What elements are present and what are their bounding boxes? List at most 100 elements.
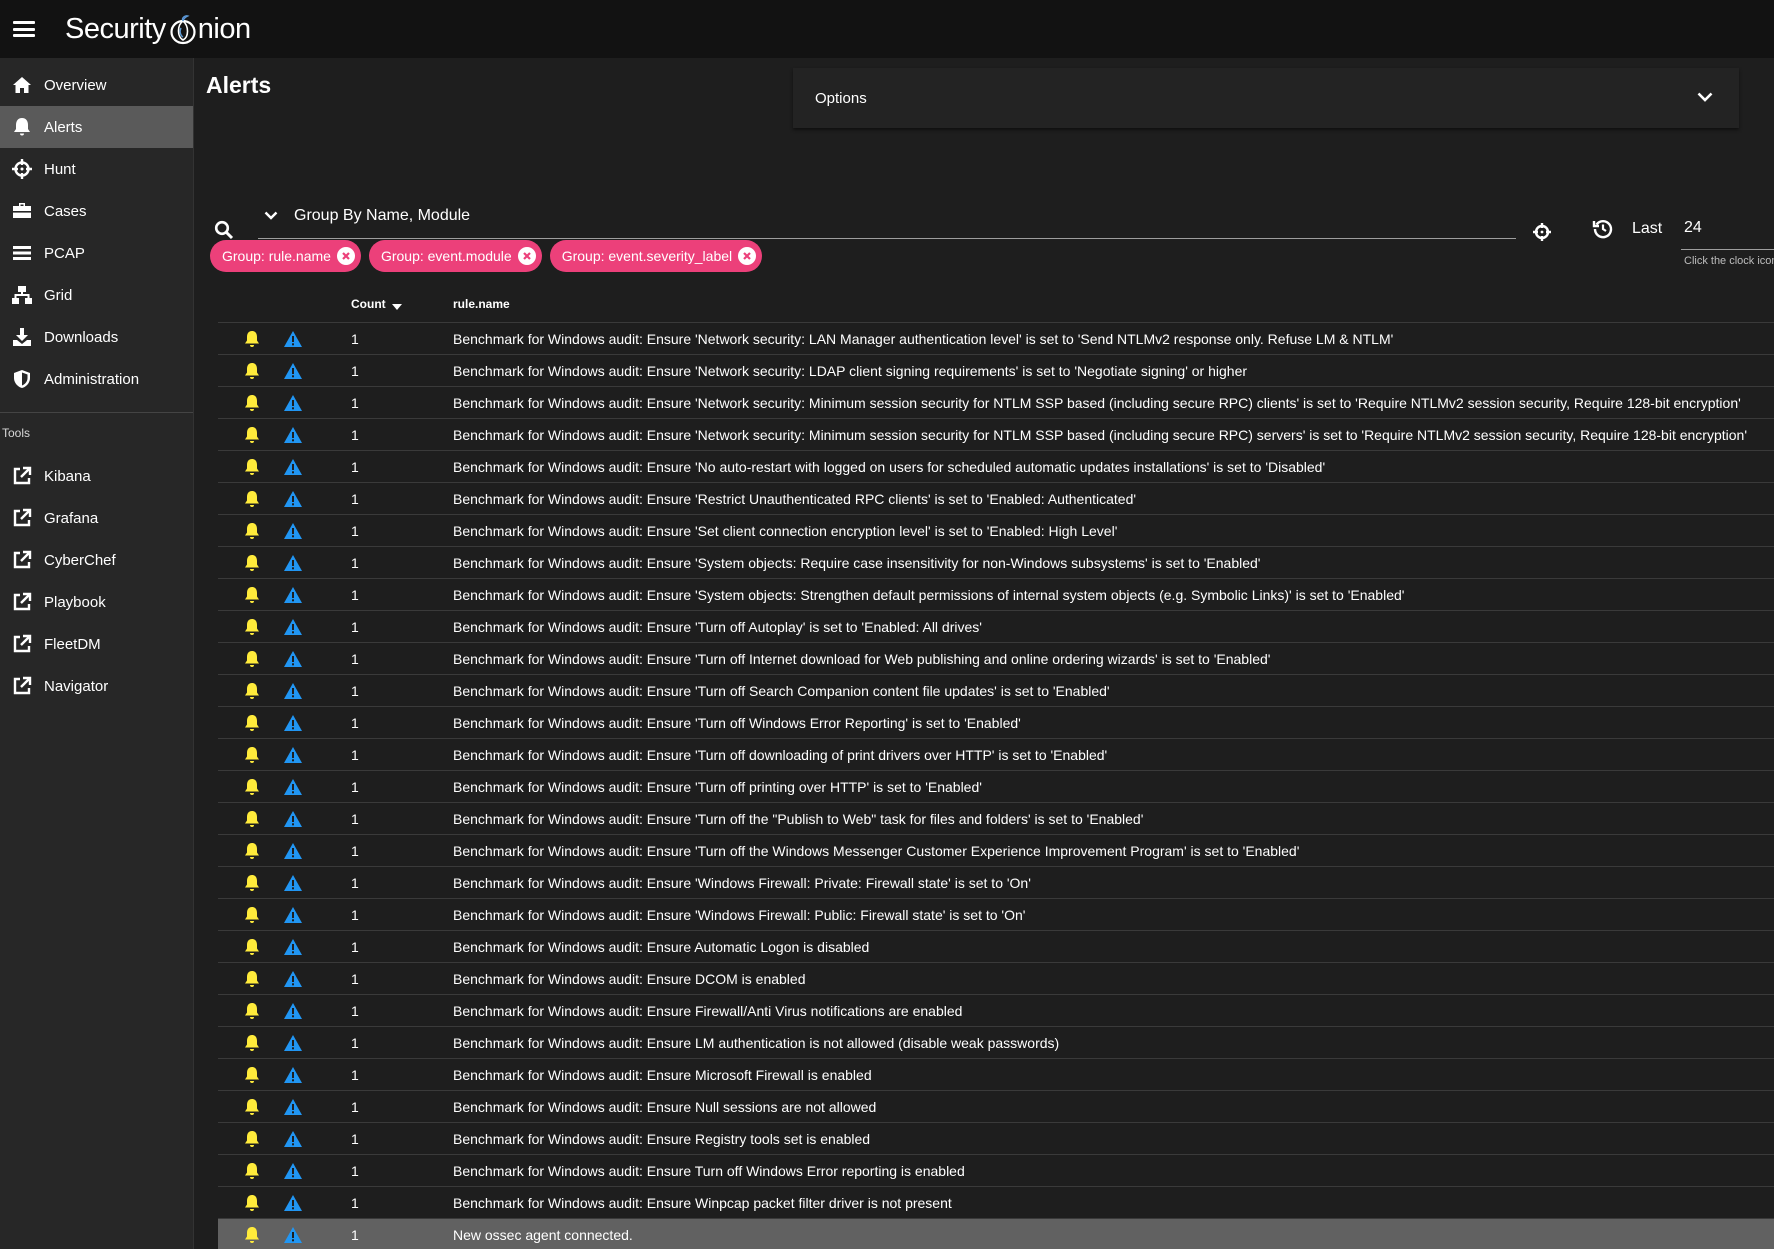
- sidebar-item-administration[interactable]: Administration: [0, 358, 193, 400]
- table-row[interactable]: 1 Benchmark for Windows audit: Ensure 'Sy…: [218, 579, 1774, 611]
- warning-icon[interactable]: [277, 778, 317, 796]
- bell-icon[interactable]: [218, 426, 277, 444]
- column-header-count[interactable]: Count: [317, 296, 453, 313]
- bell-icon[interactable]: [218, 842, 277, 860]
- warning-icon[interactable]: [277, 330, 317, 348]
- warning-icon[interactable]: [277, 458, 317, 476]
- app-logo[interactable]: Security nion: [65, 13, 251, 46]
- warning-icon[interactable]: [277, 842, 317, 860]
- warning-icon[interactable]: [277, 938, 317, 956]
- hamburger-menu-icon[interactable]: [13, 21, 35, 37]
- bell-icon[interactable]: [218, 938, 277, 956]
- warning-icon[interactable]: [277, 650, 317, 668]
- table-row[interactable]: 1 Benchmark for Windows audit: Ensure 'Tu…: [218, 643, 1774, 675]
- sidebar-item-hunt[interactable]: Hunt: [0, 148, 193, 190]
- bell-icon[interactable]: [218, 874, 277, 892]
- bell-icon[interactable]: [218, 362, 277, 380]
- sidebar-item-alerts[interactable]: Alerts: [0, 106, 193, 148]
- bell-icon[interactable]: [218, 970, 277, 988]
- warning-icon[interactable]: [277, 1034, 317, 1052]
- bell-icon[interactable]: [218, 714, 277, 732]
- sidebar-item-grid[interactable]: Grid: [0, 274, 193, 316]
- warning-icon[interactable]: [277, 970, 317, 988]
- bell-icon[interactable]: [218, 330, 277, 348]
- column-header-rule-name[interactable]: rule.name: [453, 297, 510, 311]
- bell-icon[interactable]: [218, 650, 277, 668]
- table-row[interactable]: 1 Benchmark for Windows audit: Ensure 'Tu…: [218, 739, 1774, 771]
- close-icon[interactable]: [738, 247, 757, 265]
- table-row[interactable]: 1 Benchmark for Windows audit: Ensure 'Ne…: [218, 419, 1774, 451]
- warning-icon[interactable]: [277, 1226, 317, 1244]
- bell-icon[interactable]: [218, 682, 277, 700]
- table-row[interactable]: 1 Benchmark for Windows audit: Ensure 'Re…: [218, 483, 1774, 515]
- bell-icon[interactable]: [218, 586, 277, 604]
- table-row[interactable]: 1 Benchmark for Windows audit: Ensure 'Tu…: [218, 803, 1774, 835]
- last-hours-input[interactable]: [1681, 218, 1774, 237]
- warning-icon[interactable]: [277, 618, 317, 636]
- query-dropdown-chevron-icon[interactable]: [264, 207, 284, 225]
- table-row[interactable]: 1 Benchmark for Windows audit: Ensure 'Tu…: [218, 707, 1774, 739]
- table-row[interactable]: 1 Benchmark for Windows audit: Ensure 'Ne…: [218, 387, 1774, 419]
- warning-icon[interactable]: [277, 682, 317, 700]
- table-row[interactable]: 1 Benchmark for Windows audit: Ensure 'Tu…: [218, 835, 1774, 867]
- bell-icon[interactable]: [218, 554, 277, 572]
- bell-icon[interactable]: [218, 1130, 277, 1148]
- bell-icon[interactable]: [218, 778, 277, 796]
- bell-icon[interactable]: [218, 1034, 277, 1052]
- bell-icon[interactable]: [218, 1066, 277, 1084]
- warning-icon[interactable]: [277, 1002, 317, 1020]
- table-row[interactable]: 1 Benchmark for Windows audit: Ensure 'Wi…: [218, 867, 1774, 899]
- warning-icon[interactable]: [277, 1098, 317, 1116]
- close-icon[interactable]: [517, 247, 536, 265]
- warning-icon[interactable]: [277, 714, 317, 732]
- bell-icon[interactable]: [218, 394, 277, 412]
- bell-icon[interactable]: [218, 1098, 277, 1116]
- chip-group-event-module[interactable]: Group: event.module: [368, 240, 542, 272]
- sidebar-tool-cyberchef[interactable]: CyberChef: [0, 539, 193, 581]
- query-input[interactable]: [294, 207, 1494, 225]
- sidebar-tool-kibana[interactable]: Kibana: [0, 455, 193, 497]
- table-row[interactable]: 1 Benchmark for Windows audit: Ensure 'Se…: [218, 515, 1774, 547]
- history-clock-icon[interactable]: [1592, 218, 1614, 245]
- table-row[interactable]: 1 Benchmark for Windows audit: Ensure Tur…: [218, 1155, 1774, 1187]
- sidebar-tool-fleetdm[interactable]: FleetDM: [0, 623, 193, 665]
- table-row[interactable]: 1 Benchmark for Windows audit: Ensure 'No…: [218, 451, 1774, 483]
- sidebar-tool-grafana[interactable]: Grafana: [0, 497, 193, 539]
- warning-icon[interactable]: [277, 586, 317, 604]
- warning-icon[interactable]: [277, 746, 317, 764]
- bell-icon[interactable]: [218, 810, 277, 828]
- options-expander[interactable]: Options: [793, 68, 1739, 128]
- bell-icon[interactable]: [218, 618, 277, 636]
- warning-icon[interactable]: [277, 874, 317, 892]
- warning-icon[interactable]: [277, 1130, 317, 1148]
- sidebar-item-pcap[interactable]: PCAP: [0, 232, 193, 274]
- bell-icon[interactable]: [218, 1194, 277, 1212]
- table-row[interactable]: 1 Benchmark for Windows audit: Ensure LM …: [218, 1027, 1774, 1059]
- sidebar-item-cases[interactable]: Cases: [0, 190, 193, 232]
- bell-icon[interactable]: [218, 522, 277, 540]
- table-row[interactable]: 1 Benchmark for Windows audit: Ensure 'Sy…: [218, 547, 1774, 579]
- table-row[interactable]: 1 Benchmark for Windows audit: Ensure 'Tu…: [218, 675, 1774, 707]
- warning-icon[interactable]: [277, 394, 317, 412]
- chip-group-rule-name[interactable]: Group: rule.name: [210, 240, 361, 272]
- table-row[interactable]: 1 Benchmark for Windows audit: Ensure Nul…: [218, 1091, 1774, 1123]
- warning-icon[interactable]: [277, 490, 317, 508]
- bell-icon[interactable]: [218, 746, 277, 764]
- table-row[interactable]: 1 New ossec agent connected.: [218, 1219, 1774, 1249]
- table-row[interactable]: 1 Benchmark for Windows audit: Ensure 'Tu…: [218, 771, 1774, 803]
- sidebar-item-overview[interactable]: Overview: [0, 64, 193, 106]
- warning-icon[interactable]: [277, 362, 317, 380]
- warning-icon[interactable]: [277, 810, 317, 828]
- table-row[interactable]: 1 Benchmark for Windows audit: Ensure 'Tu…: [218, 611, 1774, 643]
- sidebar-tool-navigator[interactable]: Navigator: [0, 665, 193, 707]
- bell-icon[interactable]: [218, 906, 277, 924]
- chip-group-event-severity-label[interactable]: Group: event.severity_label: [549, 240, 763, 272]
- warning-icon[interactable]: [277, 1162, 317, 1180]
- table-row[interactable]: 1 Benchmark for Windows audit: Ensure Aut…: [218, 931, 1774, 963]
- table-row[interactable]: 1 Benchmark for Windows audit: Ensure Reg…: [218, 1123, 1774, 1155]
- sidebar-item-downloads[interactable]: Downloads: [0, 316, 193, 358]
- table-row[interactable]: 1 Benchmark for Windows audit: Ensure 'Ne…: [218, 323, 1774, 355]
- bell-icon[interactable]: [218, 490, 277, 508]
- bell-icon[interactable]: [218, 1162, 277, 1180]
- table-row[interactable]: 1 Benchmark for Windows audit: Ensure Fir…: [218, 995, 1774, 1027]
